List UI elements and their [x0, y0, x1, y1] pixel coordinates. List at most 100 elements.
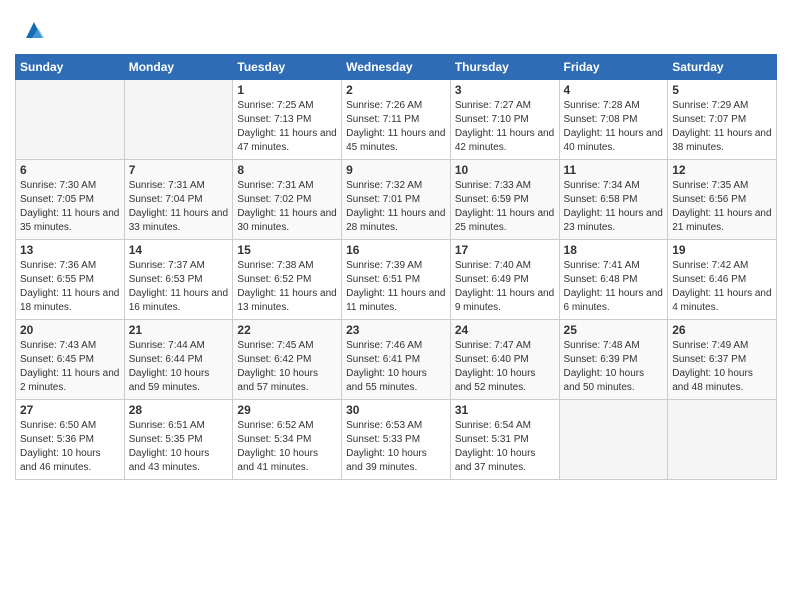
main-container: SundayMondayTuesdayWednesdayThursdayFrid…: [0, 0, 792, 490]
calendar-cell: 5 Sunrise: 7:29 AM Sunset: 7:07 PM Daylig…: [668, 80, 777, 160]
calendar-cell: 19Sunrise: 7:42 AM Sunset: 6:46 PM Dayli…: [668, 240, 777, 320]
calendar-cell: 23 Sunrise: 7:46 AM Sunset: 6:41 PM Dayli…: [342, 320, 451, 400]
calendar-cell: 18 Sunrise: 7:41 AM Sunset: 6:48 PM Dayli…: [559, 240, 668, 320]
calendar-cell: 11 Sunrise: 7:34 AM Sunset: 6:58 PM Dayli…: [559, 160, 668, 240]
day-number: 11: [564, 163, 664, 177]
cell-content: Sunrise: 7:42 AM Sunset: 6:46 PM Dayligh…: [672, 259, 772, 315]
cell-content: Sunrise: 7:25 AM Sunset: 7:13 PM Dayligh…: [237, 99, 337, 155]
cell-content: Sunrise: 7:30 AM Sunset: 7:05 PM Dayligh…: [20, 179, 120, 235]
cell-content: Sunrise: 7:27 AM Sunset: 7:10 PM Dayligh…: [455, 99, 555, 155]
calendar-table: SundayMondayTuesdayWednesdayThursdayFrid…: [15, 54, 777, 480]
logo: [15, 14, 50, 46]
day-number: 22: [237, 323, 337, 337]
cell-content: Sunrise: 7:37 AM Sunset: 6:53 PM Dayligh…: [129, 259, 229, 315]
week-row-1: 1 Sunrise: 7:25 AM Sunset: 7:13 PM Daylig…: [16, 80, 777, 160]
day-number: 3: [455, 83, 555, 97]
col-header-saturday: Saturday: [668, 55, 777, 80]
day-number: 6: [20, 163, 120, 177]
calendar-cell: 17Sunrise: 7:40 AM Sunset: 6:49 PM Dayli…: [450, 240, 559, 320]
calendar-cell: [668, 400, 777, 480]
cell-content: Sunrise: 7:33 AM Sunset: 6:59 PM Dayligh…: [455, 179, 555, 235]
col-header-sunday: Sunday: [16, 55, 125, 80]
calendar-cell: 29Sunrise: 6:52 AM Sunset: 5:34 PM Dayli…: [233, 400, 342, 480]
cell-content: Sunrise: 7:39 AM Sunset: 6:51 PM Dayligh…: [346, 259, 446, 315]
cell-content: Sunrise: 7:36 AM Sunset: 6:55 PM Dayligh…: [20, 259, 120, 315]
cell-content: Sunrise: 6:51 AM Sunset: 5:35 PM Dayligh…: [129, 419, 229, 475]
day-number: 26: [672, 323, 772, 337]
cell-content: Sunrise: 6:50 AM Sunset: 5:36 PM Dayligh…: [20, 419, 120, 475]
calendar-cell: 6 Sunrise: 7:30 AM Sunset: 7:05 PM Daylig…: [16, 160, 125, 240]
day-number: 12: [672, 163, 772, 177]
calendar-cell: [16, 80, 125, 160]
cell-content: Sunrise: 7:43 AM Sunset: 6:45 PM Dayligh…: [20, 339, 120, 395]
cell-content: Sunrise: 7:28 AM Sunset: 7:08 PM Dayligh…: [564, 99, 664, 155]
cell-content: Sunrise: 7:48 AM Sunset: 6:39 PM Dayligh…: [564, 339, 664, 395]
day-number: 21: [129, 323, 229, 337]
col-header-wednesday: Wednesday: [342, 55, 451, 80]
cell-content: Sunrise: 7:38 AM Sunset: 6:52 PM Dayligh…: [237, 259, 337, 315]
col-header-monday: Monday: [124, 55, 233, 80]
cell-content: Sunrise: 6:54 AM Sunset: 5:31 PM Dayligh…: [455, 419, 555, 475]
calendar-cell: [124, 80, 233, 160]
cell-content: Sunrise: 7:29 AM Sunset: 7:07 PM Dayligh…: [672, 99, 772, 155]
calendar-cell: 7 Sunrise: 7:31 AM Sunset: 7:04 PM Daylig…: [124, 160, 233, 240]
calendar-cell: 3 Sunrise: 7:27 AM Sunset: 7:10 PM Daylig…: [450, 80, 559, 160]
day-number: 29: [237, 403, 337, 417]
day-number: 20: [20, 323, 120, 337]
calendar-cell: 15Sunrise: 7:38 AM Sunset: 6:52 PM Dayli…: [233, 240, 342, 320]
day-number: 25: [564, 323, 664, 337]
calendar-cell: 2Sunrise: 7:26 AM Sunset: 7:11 PM Daylig…: [342, 80, 451, 160]
calendar-cell: 12 Sunrise: 7:35 AM Sunset: 6:56 PM Dayli…: [668, 160, 777, 240]
day-number: 30: [346, 403, 446, 417]
calendar-cell: 10 Sunrise: 7:33 AM Sunset: 6:59 PM Dayli…: [450, 160, 559, 240]
logo-icon: [18, 14, 50, 46]
cell-content: Sunrise: 7:46 AM Sunset: 6:41 PM Dayligh…: [346, 339, 446, 395]
week-row-5: 27 Sunrise: 6:50 AM Sunset: 5:36 PM Dayli…: [16, 400, 777, 480]
calendar-cell: 21 Sunrise: 7:44 AM Sunset: 6:44 PM Dayli…: [124, 320, 233, 400]
calendar-cell: 31 Sunrise: 6:54 AM Sunset: 5:31 PM Dayli…: [450, 400, 559, 480]
cell-content: Sunrise: 7:40 AM Sunset: 6:49 PM Dayligh…: [455, 259, 555, 315]
cell-content: Sunrise: 7:44 AM Sunset: 6:44 PM Dayligh…: [129, 339, 229, 395]
cell-content: Sunrise: 7:47 AM Sunset: 6:40 PM Dayligh…: [455, 339, 555, 395]
calendar-cell: 8Sunrise: 7:31 AM Sunset: 7:02 PM Daylig…: [233, 160, 342, 240]
cell-content: Sunrise: 6:53 AM Sunset: 5:33 PM Dayligh…: [346, 419, 446, 475]
day-number: 1: [237, 83, 337, 97]
day-number: 23: [346, 323, 446, 337]
cell-content: Sunrise: 7:49 AM Sunset: 6:37 PM Dayligh…: [672, 339, 772, 395]
calendar-cell: 22Sunrise: 7:45 AM Sunset: 6:42 PM Dayli…: [233, 320, 342, 400]
day-number: 2: [346, 83, 446, 97]
col-header-thursday: Thursday: [450, 55, 559, 80]
day-number: 31: [455, 403, 555, 417]
cell-content: Sunrise: 7:34 AM Sunset: 6:58 PM Dayligh…: [564, 179, 664, 235]
calendar-cell: 26 Sunrise: 7:49 AM Sunset: 6:37 PM Dayli…: [668, 320, 777, 400]
calendar-cell: 4 Sunrise: 7:28 AM Sunset: 7:08 PM Daylig…: [559, 80, 668, 160]
calendar-cell: 20 Sunrise: 7:43 AM Sunset: 6:45 PM Dayli…: [16, 320, 125, 400]
calendar-cell: 28 Sunrise: 6:51 AM Sunset: 5:35 PM Dayli…: [124, 400, 233, 480]
day-number: 4: [564, 83, 664, 97]
week-row-3: 13 Sunrise: 7:36 AM Sunset: 6:55 PM Dayli…: [16, 240, 777, 320]
day-number: 5: [672, 83, 772, 97]
day-number: 24: [455, 323, 555, 337]
day-number: 9: [346, 163, 446, 177]
col-header-tuesday: Tuesday: [233, 55, 342, 80]
day-number: 10: [455, 163, 555, 177]
calendar-header-row: SundayMondayTuesdayWednesdayThursdayFrid…: [16, 55, 777, 80]
calendar-cell: 30 Sunrise: 6:53 AM Sunset: 5:33 PM Dayli…: [342, 400, 451, 480]
cell-content: Sunrise: 7:31 AM Sunset: 7:04 PM Dayligh…: [129, 179, 229, 235]
day-number: 18: [564, 243, 664, 257]
calendar-cell: 1 Sunrise: 7:25 AM Sunset: 7:13 PM Daylig…: [233, 80, 342, 160]
day-number: 13: [20, 243, 120, 257]
day-number: 8: [237, 163, 337, 177]
col-header-friday: Friday: [559, 55, 668, 80]
day-number: 27: [20, 403, 120, 417]
day-number: 14: [129, 243, 229, 257]
week-row-2: 6 Sunrise: 7:30 AM Sunset: 7:05 PM Daylig…: [16, 160, 777, 240]
day-number: 7: [129, 163, 229, 177]
day-number: 28: [129, 403, 229, 417]
calendar-cell: 16Sunrise: 7:39 AM Sunset: 6:51 PM Dayli…: [342, 240, 451, 320]
calendar-cell: 9Sunrise: 7:32 AM Sunset: 7:01 PM Daylig…: [342, 160, 451, 240]
cell-content: Sunrise: 7:35 AM Sunset: 6:56 PM Dayligh…: [672, 179, 772, 235]
calendar-cell: 25 Sunrise: 7:48 AM Sunset: 6:39 PM Dayli…: [559, 320, 668, 400]
calendar-cell: [559, 400, 668, 480]
cell-content: Sunrise: 7:41 AM Sunset: 6:48 PM Dayligh…: [564, 259, 664, 315]
